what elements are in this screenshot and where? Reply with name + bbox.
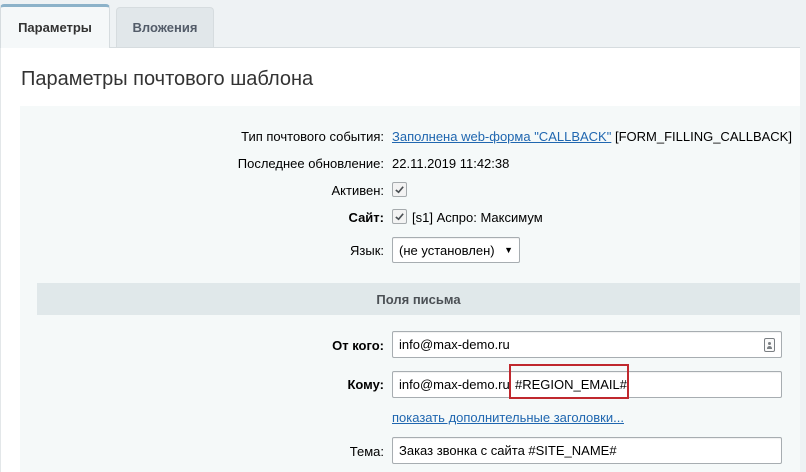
page-title: Параметры почтового шаблона bbox=[21, 68, 314, 90]
subject-label: Тема: bbox=[349, 444, 384, 459]
to-label: Кому: bbox=[347, 377, 384, 392]
active-checkbox[interactable] bbox=[392, 182, 407, 197]
from-input[interactable]: info@max-demo.ru bbox=[392, 331, 782, 358]
language-label: Язык: bbox=[350, 243, 384, 258]
letter-fields-title: Поля письма bbox=[376, 291, 461, 307]
show-headers-link[interactable]: показать дополнительные заголовки... bbox=[392, 410, 624, 425]
language-select-value: (не установлен) bbox=[399, 242, 495, 258]
address-book-icon[interactable] bbox=[764, 337, 775, 352]
site-value: [s1] Аспро: Максимум bbox=[412, 210, 543, 225]
tab-attachments-label: Вложения bbox=[132, 20, 198, 35]
from-input-value: info@max-demo.ru bbox=[399, 337, 510, 352]
event-type-link[interactable]: Заполнена web-форма "CALLBACK" bbox=[392, 129, 611, 144]
active-label: Активен: bbox=[331, 183, 384, 198]
tab-attachments[interactable]: Вложения bbox=[116, 7, 214, 47]
to-input-value: info@max-demo.ru bbox=[399, 377, 510, 392]
tab-parameters-label: Параметры bbox=[18, 20, 92, 35]
event-type-code: [FORM_FILLING_CALLBACK] bbox=[614, 129, 792, 144]
region-email-token: #REGION_EMAIL# bbox=[515, 377, 627, 392]
last-update-label: Последнее обновление: bbox=[237, 156, 384, 171]
subject-input[interactable]: Заказ звонка с сайта #SITE_NAME# bbox=[392, 437, 782, 464]
right-edge bbox=[800, 47, 806, 472]
subject-input-value: Заказ звонка с сайта #SITE_NAME# bbox=[399, 443, 617, 458]
last-update-value: 22.11.2019 11:42:38 bbox=[392, 156, 510, 171]
language-select[interactable]: (не установлен) ▼ bbox=[392, 237, 520, 263]
letter-fields-header: Поля письма bbox=[37, 283, 800, 315]
tab-parameters[interactable]: Параметры bbox=[0, 4, 110, 48]
check-icon bbox=[395, 213, 404, 221]
event-type-value: Заполнена web-форма "CALLBACK" [FORM_FIL… bbox=[392, 129, 792, 144]
event-type-label: Тип почтового события: bbox=[241, 129, 384, 144]
site-label: Сайт: bbox=[348, 210, 384, 225]
check-icon bbox=[395, 186, 404, 194]
site-checkbox[interactable] bbox=[392, 209, 407, 224]
from-label: От кого: bbox=[332, 338, 384, 353]
chevron-down-icon: ▼ bbox=[504, 245, 513, 255]
